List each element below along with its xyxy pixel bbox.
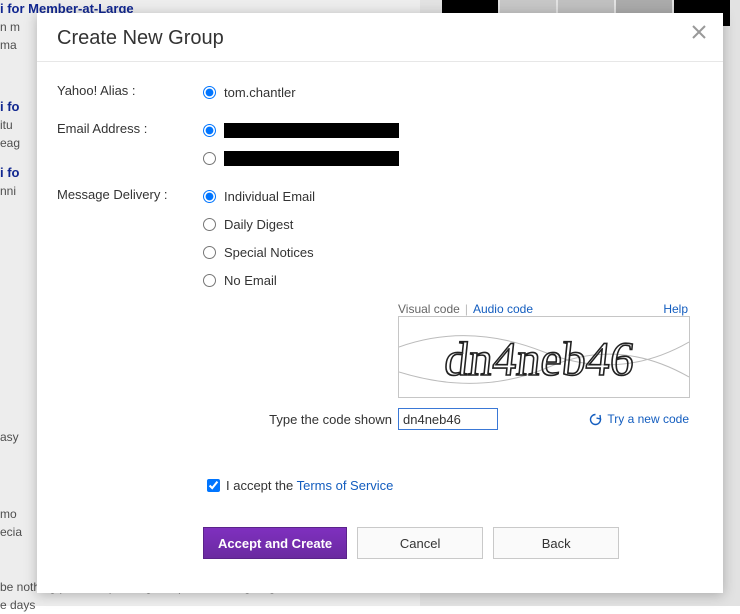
modal-title: Create New Group — [57, 27, 224, 49]
captcha-input[interactable] — [398, 408, 498, 430]
delivery-daily[interactable]: Daily Digest — [203, 214, 703, 234]
delivery-individual[interactable]: Individual Email — [203, 186, 703, 206]
alias-value: tom.chantler — [224, 85, 296, 100]
captcha-prompt: Type the code shown — [203, 412, 398, 427]
delivery-none[interactable]: No Email — [203, 270, 703, 290]
email-option-1[interactable] — [203, 120, 703, 140]
try-new-code-label: Try a new code — [607, 412, 689, 426]
delivery-special-label: Special Notices — [224, 245, 314, 260]
delivery-radio-special[interactable] — [203, 246, 216, 259]
delivery-label: Message Delivery : — [57, 186, 203, 202]
delivery-radio-none[interactable] — [203, 274, 216, 287]
refresh-icon — [589, 413, 602, 426]
svg-text:dn4neb46: dn4neb46 — [442, 333, 637, 386]
captcha-tab-separator: | — [465, 302, 468, 316]
delivery-none-label: No Email — [224, 273, 277, 288]
delivery-individual-label: Individual Email — [224, 189, 315, 204]
email-radio-2[interactable] — [203, 152, 216, 165]
delivery-special[interactable]: Special Notices — [203, 242, 703, 262]
captcha-audio-tab[interactable]: Audio code — [473, 302, 533, 316]
tos-link[interactable]: Terms of Service — [297, 478, 394, 493]
alias-row: Yahoo! Alias : tom.chantler — [57, 82, 703, 102]
email-label: Email Address : — [57, 120, 203, 136]
delivery-radio-individual[interactable] — [203, 190, 216, 203]
captcha-help-link[interactable]: Help — [663, 302, 688, 316]
tos-prefix: I accept the — [226, 478, 297, 493]
modal-header: Create New Group — [37, 13, 723, 62]
modal-buttons: Accept and Create Cancel Back — [203, 527, 703, 559]
tos-checkbox[interactable] — [207, 479, 220, 492]
captcha-image: dn4neb46 — [398, 316, 690, 398]
redacted-email-1 — [224, 123, 399, 138]
create-group-modal: Create New Group Yahoo! Alias : tom.chan… — [37, 13, 723, 593]
delivery-row: Message Delivery : Individual Email Dail… — [57, 186, 703, 290]
delivery-radio-daily[interactable] — [203, 218, 216, 231]
accept-create-button[interactable]: Accept and Create — [203, 527, 347, 559]
modal-body: Yahoo! Alias : tom.chantler Email Addres… — [37, 62, 723, 579]
close-icon[interactable] — [687, 25, 711, 49]
alias-option[interactable]: tom.chantler — [203, 82, 703, 102]
alias-radio[interactable] — [203, 86, 216, 99]
redacted-email-2 — [224, 151, 399, 166]
cancel-button[interactable]: Cancel — [357, 527, 483, 559]
alias-label: Yahoo! Alias : — [57, 82, 203, 98]
back-button[interactable]: Back — [493, 527, 619, 559]
email-row: Email Address : — [57, 120, 703, 168]
try-new-code-link[interactable]: Try a new code — [589, 412, 689, 426]
captcha-section: Visual code | Audio code Help dn4neb46 T… — [203, 302, 689, 430]
captcha-visual-tab[interactable]: Visual code — [398, 302, 460, 316]
tos-row: I accept the Terms of Service — [203, 476, 703, 495]
delivery-daily-label: Daily Digest — [224, 217, 293, 232]
email-option-2[interactable] — [203, 148, 703, 168]
email-radio-1[interactable] — [203, 124, 216, 137]
